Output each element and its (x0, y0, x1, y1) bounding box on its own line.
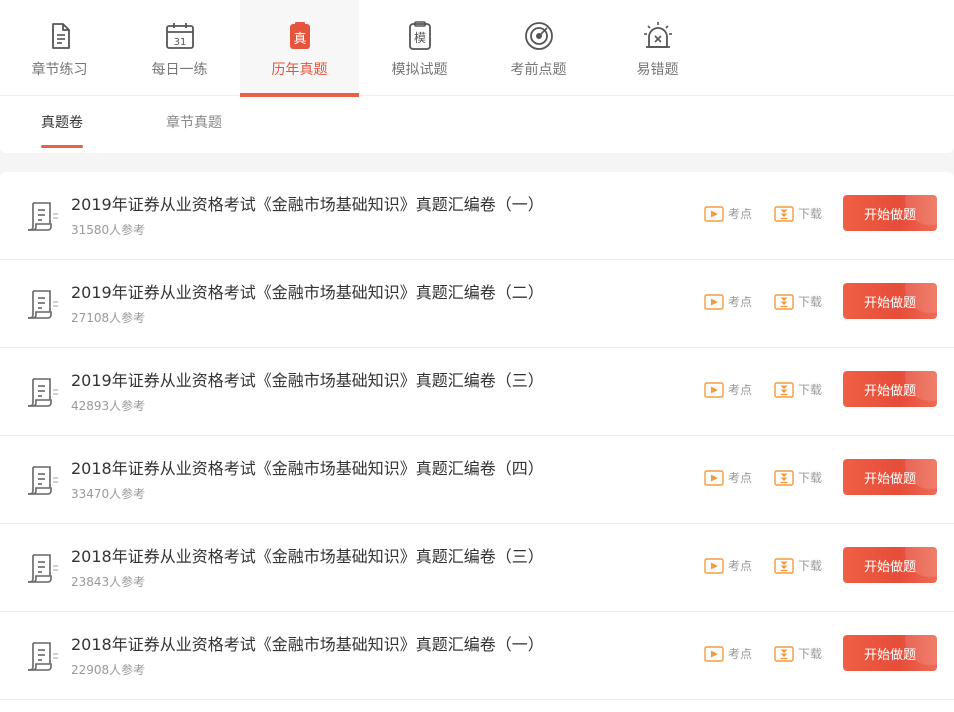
list-item: 2019年证券从业资格考试《金融市场基础知识》真题汇编卷（三） 42893人参考… (0, 348, 954, 436)
paper-title[interactable]: 2019年证券从业资格考试《金融市场基础知识》真题汇编卷（一） (71, 194, 544, 216)
list-item: 2018年证券从业资格考试《金融市场基础知识》真题汇编卷（三） 23843人参考… (0, 524, 954, 612)
subtab-chapter-exams[interactable]: 章节真题 (166, 113, 222, 133)
start-practice-button[interactable]: 开始做题 (843, 371, 937, 407)
paper-title[interactable]: 2019年证券从业资格考试《金融市场基础知识》真题汇编卷（二） (71, 282, 544, 304)
participant-count: 31580人参考 (71, 223, 146, 237)
tab-label: 章节练习 (31, 62, 88, 78)
tab-label: 易错题 (636, 62, 679, 78)
download-button[interactable]: 下载 (774, 380, 822, 400)
tab-label: 模拟试题 (391, 62, 448, 78)
download-icon (774, 206, 794, 222)
download-button[interactable]: 下载 (774, 556, 822, 576)
paper-title[interactable]: 2019年证券从业资格考试《金融市场基础知识》真题汇编卷（三） (71, 370, 544, 392)
download-button[interactable]: 下载 (774, 644, 822, 664)
start-practice-button[interactable]: 开始做题 (843, 547, 937, 583)
chapter-doc-icon (52, 23, 70, 49)
download-icon (774, 646, 794, 662)
start-practice-button[interactable]: 开始做题 (843, 635, 937, 671)
tab-past-exams[interactable]: 真 历年真题 (240, 0, 359, 97)
participant-count: 22908人参考 (71, 663, 146, 677)
play-icon (704, 558, 724, 574)
main-tab-bar: 章节练习 31 每日一练 真 历年真题 模 模拟试题 考前点题 易错题 (0, 0, 954, 97)
participant-count: 33470人参考 (71, 487, 146, 501)
kaodian-button[interactable]: 考点 (704, 468, 752, 488)
scroll-doc-icon (28, 554, 58, 583)
download-icon (774, 382, 794, 398)
calendar-icon: 31 (166, 23, 194, 49)
svg-text:31: 31 (174, 37, 187, 48)
participant-count: 42893人参考 (71, 399, 146, 413)
list-item: 2018年证券从业资格考试《金融市场基础知识》真题汇编卷（一） 22908人参考… (0, 612, 954, 700)
tab-pre-exam-tips[interactable]: 考前点题 (479, 0, 598, 96)
start-practice-button[interactable]: 开始做题 (843, 283, 937, 319)
paper-title[interactable]: 2018年证券从业资格考试《金融市场基础知识》真题汇编卷（一） (71, 634, 544, 656)
play-icon (704, 646, 724, 662)
kaodian-button[interactable]: 考点 (704, 644, 752, 664)
start-practice-button[interactable]: 开始做题 (843, 195, 937, 231)
exam-nav-card: 章节练习 31 每日一练 真 历年真题 模 模拟试题 考前点题 易错题 真题卷 … (0, 0, 954, 153)
download-icon (774, 470, 794, 486)
alarm-icon (644, 22, 672, 48)
subtab-exam-papers[interactable]: 真题卷 (41, 113, 83, 133)
participant-count: 27108人参考 (71, 311, 146, 325)
play-icon (704, 294, 724, 310)
play-icon (704, 206, 724, 222)
download-button[interactable]: 下载 (774, 292, 822, 312)
scroll-doc-icon (28, 378, 58, 407)
tab-daily-practice[interactable]: 31 每日一练 (120, 0, 239, 96)
active-tab-indicator (240, 93, 359, 97)
tab-label: 每日一练 (151, 62, 208, 78)
tab-chapter-practice[interactable]: 章节练习 (0, 0, 119, 96)
kaodian-button[interactable]: 考点 (704, 380, 752, 400)
paper-list: 2019年证券从业资格考试《金融市场基础知识》真题汇编卷（一） 31580人参考… (0, 172, 954, 712)
download-icon (774, 558, 794, 574)
mock-exam-icon: 模 (409, 21, 431, 50)
real-exam-icon: 真 (290, 22, 310, 49)
scroll-doc-icon (28, 642, 58, 671)
tab-mock-exams[interactable]: 模 模拟试题 (360, 0, 479, 96)
download-button[interactable]: 下载 (774, 468, 822, 488)
scroll-doc-icon (28, 290, 58, 319)
participant-count: 23843人参考 (71, 575, 146, 589)
kaodian-button[interactable]: 考点 (704, 292, 752, 312)
play-icon (704, 470, 724, 486)
download-icon (774, 294, 794, 310)
download-button[interactable]: 下载 (774, 204, 822, 224)
paper-title[interactable]: 2018年证券从业资格考试《金融市场基础知识》真题汇编卷（四） (71, 458, 544, 480)
tab-label: 历年真题 (271, 62, 328, 78)
kaodian-button[interactable]: 考点 (704, 204, 752, 224)
target-icon (525, 22, 553, 50)
tab-error-prone[interactable]: 易错题 (598, 0, 717, 96)
scroll-doc-icon (28, 466, 58, 495)
kaodian-button[interactable]: 考点 (704, 556, 752, 576)
svg-text:真: 真 (293, 32, 306, 47)
paper-title[interactable]: 2018年证券从业资格考试《金融市场基础知识》真题汇编卷（三） (71, 546, 544, 568)
svg-text:模: 模 (414, 31, 426, 45)
active-subtab-indicator (41, 145, 83, 148)
list-item: 2018年证券从业资格考试《金融市场基础知识》真题汇编卷（四） 33470人参考… (0, 436, 954, 524)
start-practice-button[interactable]: 开始做题 (843, 459, 937, 495)
play-icon (704, 382, 724, 398)
list-item: 2019年证券从业资格考试《金融市场基础知识》真题汇编卷（二） 27108人参考… (0, 260, 954, 348)
tab-label: 考前点题 (510, 62, 567, 78)
scroll-doc-icon (28, 202, 58, 231)
list-item: 2019年证券从业资格考试《金融市场基础知识》真题汇编卷（一） 31580人参考… (0, 172, 954, 260)
